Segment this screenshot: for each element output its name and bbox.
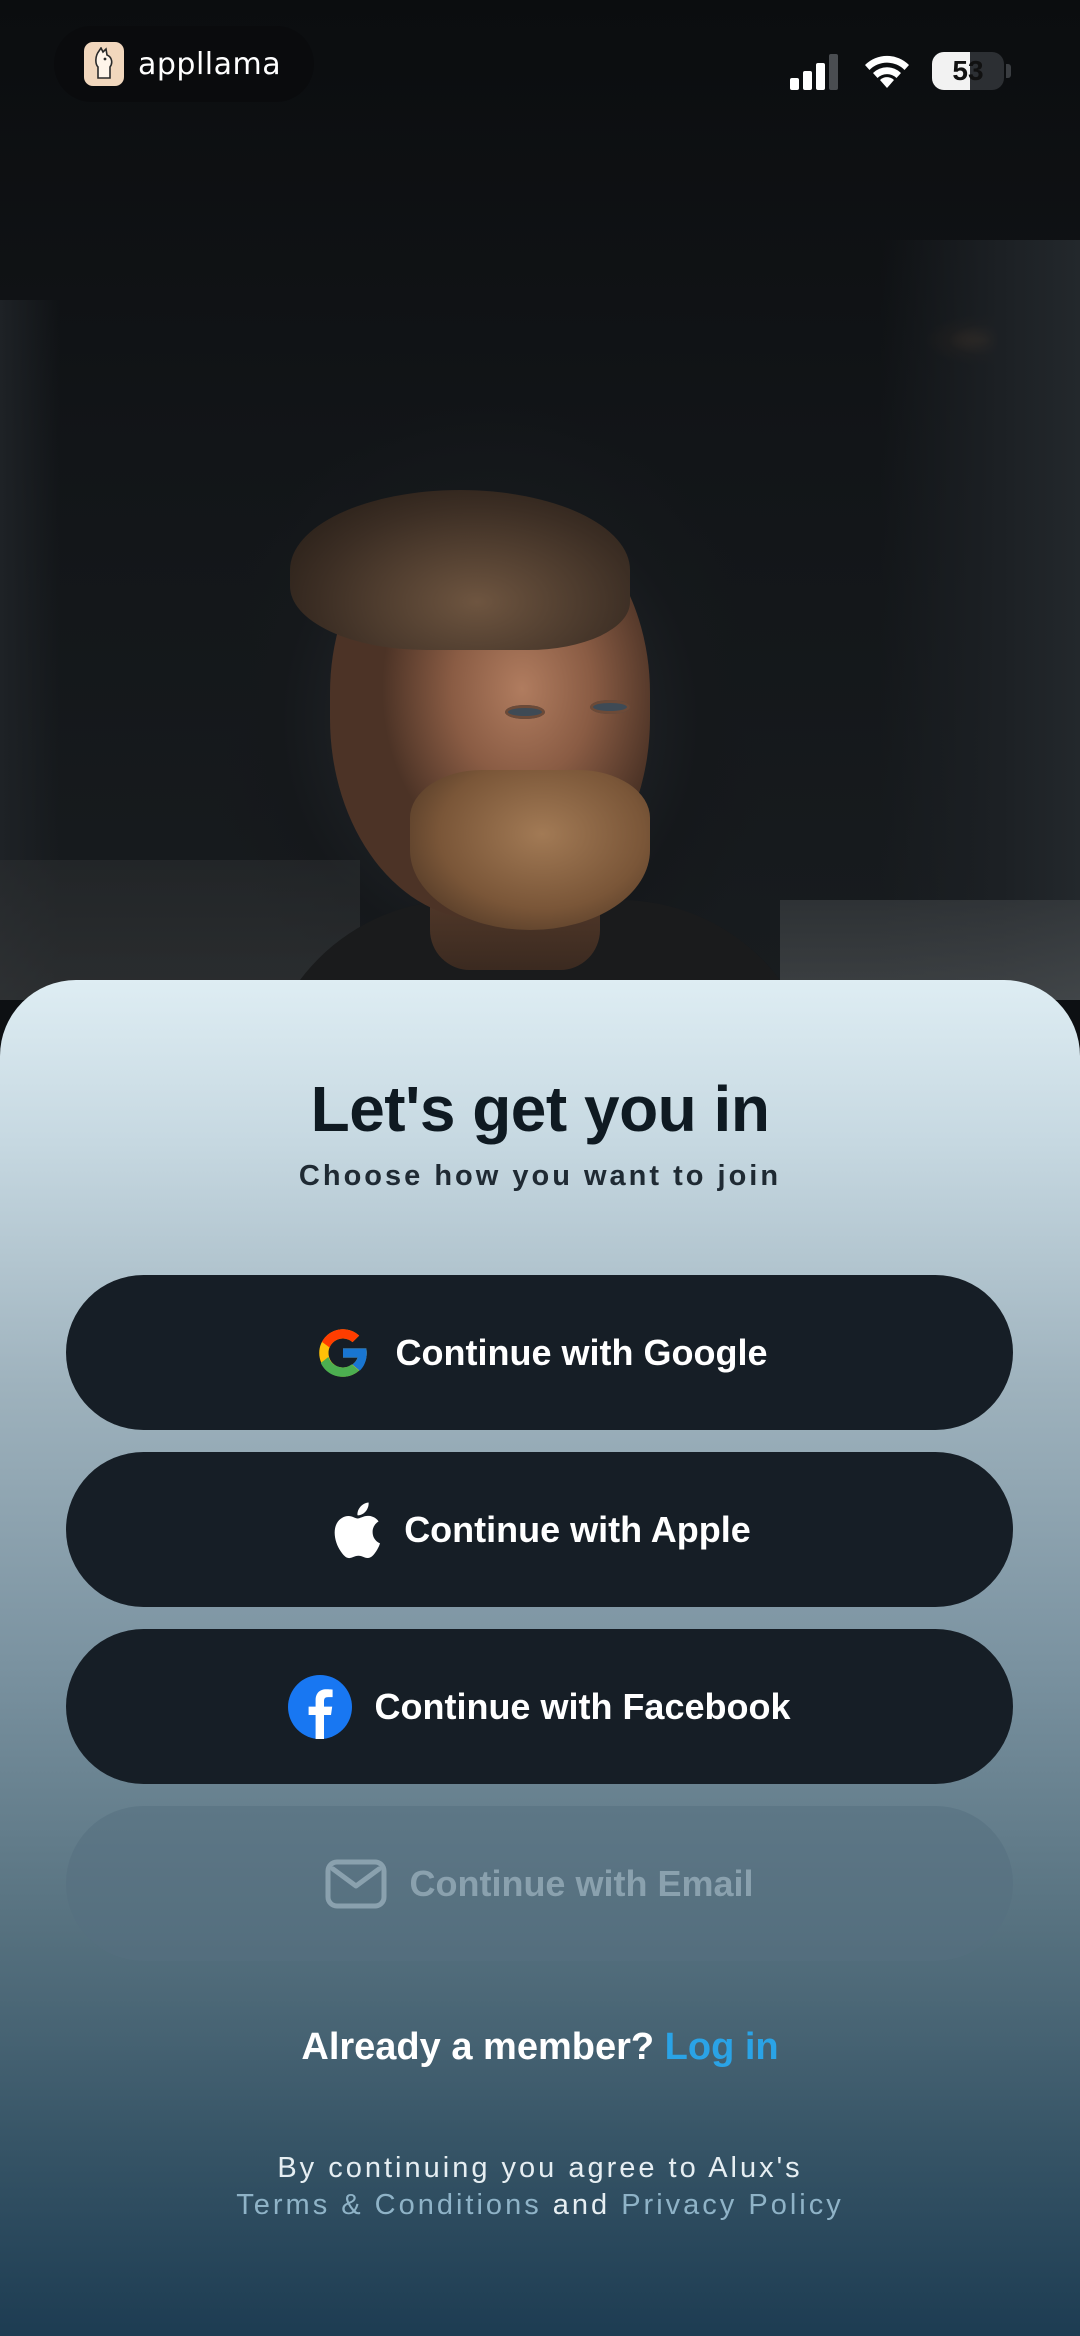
google-button-label: Continue with Google (395, 1331, 768, 1373)
continue-with-google-button[interactable]: Continue with Google (66, 1275, 1013, 1430)
person-hair (290, 490, 630, 650)
apple-button-label: Continue with Apple (404, 1508, 751, 1550)
sheet-title: Let's get you in (310, 1073, 770, 1145)
person-eye-left (505, 705, 545, 719)
legal-line-1: By continuing you agree to Alux's (277, 2152, 803, 2184)
google-icon (312, 1322, 374, 1384)
wifi-icon (865, 55, 909, 88)
photo-background-right (880, 240, 1080, 1000)
member-prompt: Already a member? Log in (0, 2026, 1080, 2069)
terms-link[interactable]: Terms & Conditions (236, 2189, 541, 2221)
facebook-button-label: Continue with Facebook (374, 1685, 791, 1727)
mail-icon (325, 1859, 387, 1909)
member-prompt-text: Already a member? (301, 2026, 655, 2068)
person-eye-right (590, 700, 630, 714)
login-link[interactable]: Log in (665, 2026, 779, 2068)
sheet-subtitle: Choose how you want to join (298, 1160, 782, 1192)
continue-with-email-button[interactable]: Continue with Email (66, 1806, 1013, 1961)
person-beard (410, 770, 650, 930)
continue-with-facebook-button[interactable]: Continue with Facebook (66, 1629, 1013, 1784)
llama-logo-icon (84, 42, 124, 86)
legal-and: and (552, 2189, 611, 2221)
screen: appllama 53 Let's get you in Choose how … (0, 0, 1080, 2336)
battery-percent: 53 (952, 55, 984, 86)
battery-cap (1006, 64, 1011, 78)
battery-icon: 53 (932, 52, 1004, 90)
legal-line-2: Terms & Conditions and Privacy Policy (0, 2187, 1080, 2224)
app-name: appllama (138, 46, 282, 82)
privacy-policy-link[interactable]: Privacy Policy (621, 2189, 844, 2221)
continue-with-apple-button[interactable]: Continue with Apple (66, 1452, 1013, 1607)
app-indicator-pill[interactable]: appllama (54, 26, 314, 102)
hero-photo (0, 0, 1080, 1100)
legal-notice: By continuing you agree to Alux's Terms … (0, 2150, 1080, 2224)
cellular-signal-icon (790, 54, 838, 90)
facebook-icon (288, 1674, 353, 1739)
status-bar: appllama 53 (0, 0, 1080, 120)
email-button-label: Continue with Email (409, 1862, 754, 1904)
apple-icon (328, 1499, 382, 1561)
